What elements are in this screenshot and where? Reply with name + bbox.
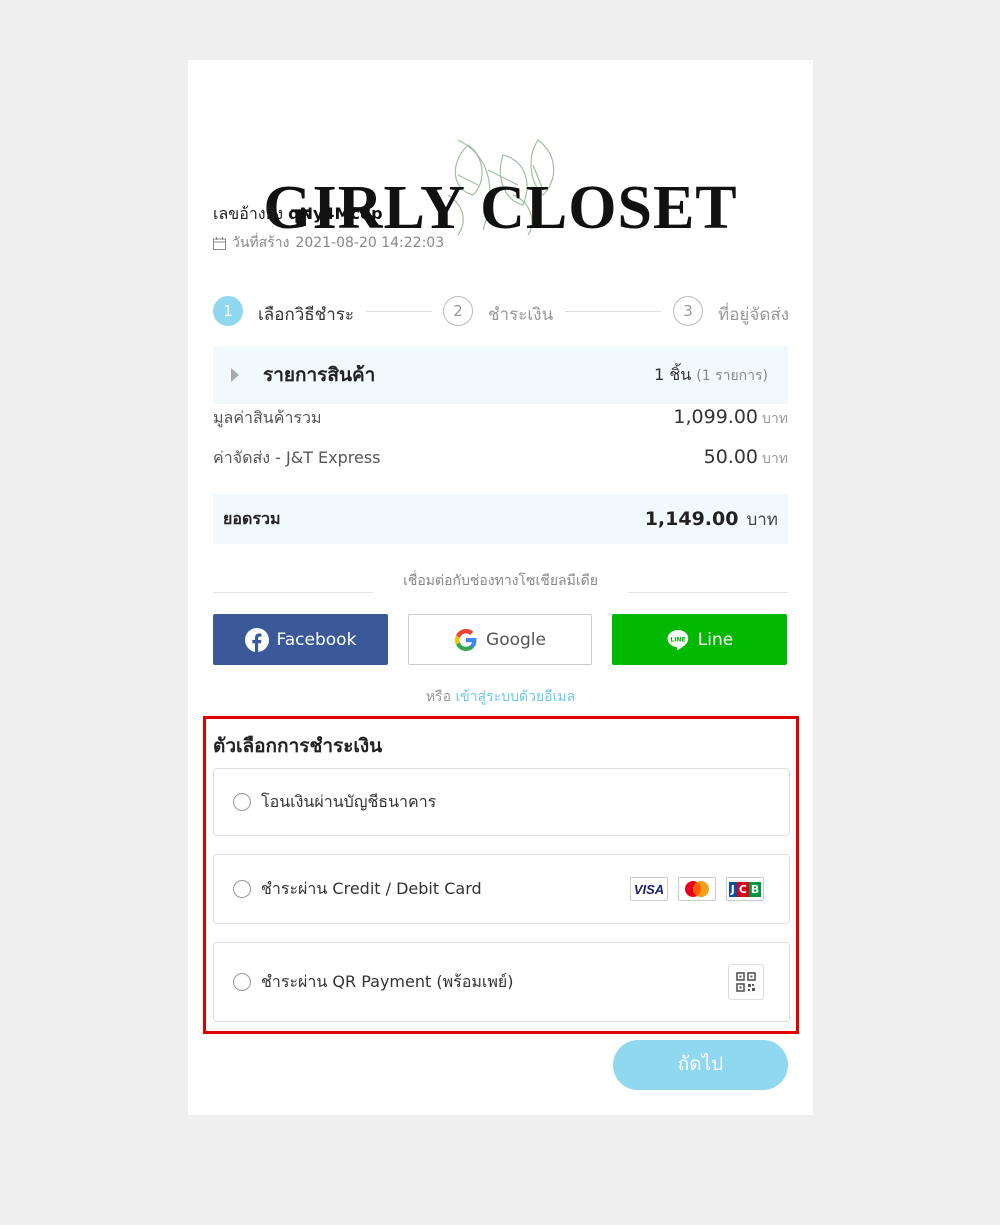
items-count-value: 1 ชิ้น <box>654 364 692 384</box>
step-connector <box>366 311 432 312</box>
divider-line <box>628 592 788 593</box>
payment-option-label: ชำระผ่าน Credit / Debit Card <box>261 878 482 898</box>
radio-button[interactable] <box>233 880 251 898</box>
order-reference: เลขอ้างอิง qNy4Mc8p <box>213 202 383 227</box>
social-heading: เชื่อมต่อกับช่องทางโซเชียลมีเดีย <box>403 573 598 589</box>
jcb-icon: JCB <box>726 877 764 901</box>
total-row: ยอดรวม 1,149.00 บาท <box>213 494 788 544</box>
shipping-label: ค่าจัดส่ง - J&T Express <box>213 448 381 467</box>
brand-logo: GIRLY CLOSET <box>188 135 813 245</box>
step-3-label: ที่อยู่จัดส่ง <box>718 305 790 325</box>
payment-option-qr[interactable]: ชำระผ่าน QR Payment (พร้อมเพย์) <box>213 942 790 1022</box>
created-date: วันที่สร้าง 2021-08-20 14:22:03 <box>213 232 444 254</box>
subtotal-row: มูลค่าสินค้ารวม 1,099.00 บาท <box>213 406 788 431</box>
currency-label: บาท <box>762 411 788 427</box>
qr-code-icon <box>728 964 764 1000</box>
email-login-row: หรือ เข้าสู่ระบบด้วยอีเมล <box>188 686 813 708</box>
ref-label: เลขอ้างอิง <box>213 204 284 223</box>
line-label: Line <box>697 629 734 650</box>
step-2-label: ชำระเงิน <box>488 305 554 325</box>
total-value: 1,149.00 <box>644 507 739 530</box>
visa-icon: VISA <box>630 877 668 901</box>
items-count: 1 ชิ้น (1 รายการ) <box>654 363 768 388</box>
or-text: หรือ <box>425 689 451 705</box>
payment-option-label: โอนเงินผ่านบัญชีธนาคาร <box>261 791 437 811</box>
shipping-row: ค่าจัดส่ง - J&T Express 50.00 บาท <box>213 446 788 471</box>
currency-label: บาท <box>746 509 778 530</box>
created-label: วันที่สร้าง <box>232 235 290 251</box>
radio-button[interactable] <box>233 973 251 991</box>
google-label: Google <box>486 629 546 650</box>
mastercard-icon <box>678 877 716 901</box>
divider-line <box>213 592 373 593</box>
line-login-button[interactable]: LINE Line <box>612 614 787 665</box>
created-value: 2021-08-20 14:22:03 <box>295 235 445 251</box>
shipping-value: 50.00 <box>703 446 759 468</box>
subtotal-label: มูลค่าสินค้ารวม <box>213 408 322 427</box>
next-button[interactable]: ถัดไป <box>613 1040 788 1090</box>
caret-right-icon <box>231 368 239 382</box>
payment-options-title: ตัวเลือกการชำระเงิน <box>213 735 383 757</box>
email-login-link[interactable]: เข้าสู่ระบบด้วยอีเมล <box>455 689 575 705</box>
payment-options-section: ตัวเลือกการชำระเงิน โอนเงินผ่านบัญชีธนาค… <box>203 716 799 1034</box>
items-toggle[interactable]: รายการสินค้า 1 ชิ้น (1 รายการ) <box>213 346 788 404</box>
payment-option-label: ชำระผ่าน QR Payment (พร้อมเพย์) <box>261 971 514 991</box>
google-icon <box>455 628 477 651</box>
items-count-detail: (1 รายการ) <box>696 367 768 384</box>
social-divider: เชื่อมต่อกับช่องทางโซเชียลมีเดีย <box>213 568 788 593</box>
step-3-number: 3 <box>673 296 703 326</box>
google-login-button[interactable]: Google <box>408 614 592 665</box>
ref-code: qNy4Mc8p <box>288 204 383 223</box>
payment-option-card[interactable]: ชำระผ่าน Credit / Debit Card VISA JCB <box>213 854 790 924</box>
facebook-icon <box>244 627 269 652</box>
total-label: ยอดรวม <box>223 508 281 528</box>
step-connector <box>565 311 661 312</box>
payment-option-bank-transfer[interactable]: โอนเงินผ่านบัญชีธนาคาร <box>213 768 790 836</box>
radio-button[interactable] <box>233 793 251 811</box>
calendar-icon <box>213 236 226 250</box>
facebook-login-button[interactable]: Facebook <box>213 614 388 665</box>
card-brands: VISA JCB <box>630 877 764 901</box>
step-1-label: เลือกวิธีชำระ <box>258 305 354 325</box>
step-2-number: 2 <box>443 296 473 326</box>
checkout-card: GIRLY CLOSET เลขอ้างอิง qNy4Mc8p วันที่ส… <box>188 60 813 1115</box>
facebook-label: Facebook <box>276 629 357 650</box>
items-title: รายการสินค้า <box>263 364 376 386</box>
svg-text:LINE: LINE <box>670 636 685 643</box>
line-icon: LINE <box>667 629 688 650</box>
subtotal-value: 1,099.00 <box>673 406 759 428</box>
currency-label: บาท <box>762 451 788 467</box>
checkout-steps: 1 เลือกวิธีชำระ 2 ชำระเงิน 3 ที่อยู่จัดส… <box>213 296 790 326</box>
step-1-number: 1 <box>213 296 243 326</box>
